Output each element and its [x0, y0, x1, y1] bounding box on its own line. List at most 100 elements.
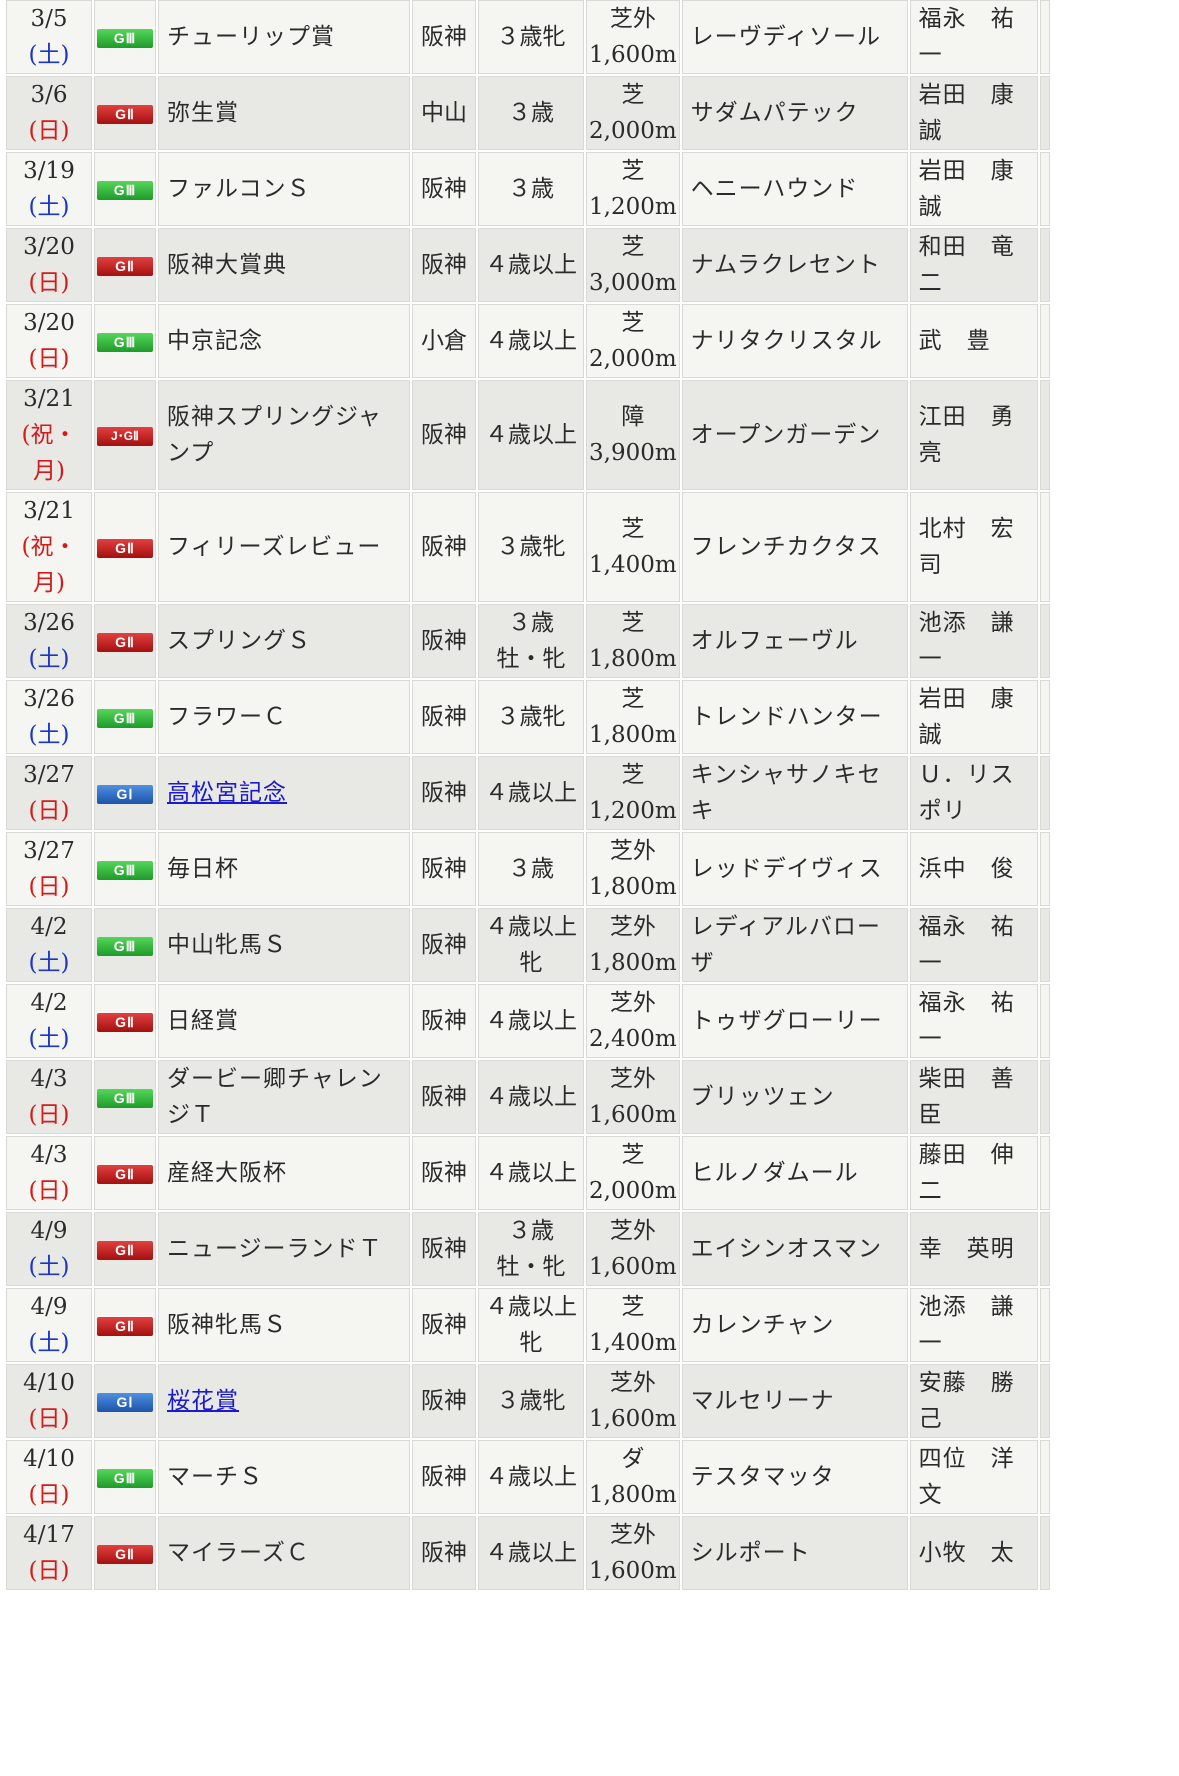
venue-cell: 阪神	[412, 1288, 476, 1362]
venue-cell: 阪神	[412, 1440, 476, 1514]
conditions-cell: ３歳牝	[478, 680, 584, 754]
race-date-cell: 3/20 (日)	[6, 304, 92, 378]
track-surface: 芝外	[609, 990, 656, 1016]
distance: 3,000m	[589, 270, 677, 296]
race-condition: ４歳以上	[485, 780, 577, 806]
venue: 阪神	[421, 1236, 467, 1262]
distance: 1,600m	[589, 1102, 677, 1128]
race-condition: ３歳牝	[496, 534, 566, 560]
grade-cell: GⅢ	[94, 152, 156, 226]
truncated-column-cell	[1039, 680, 1050, 754]
venue: 阪神	[421, 932, 467, 958]
race-date: 3/5	[30, 6, 68, 32]
distance-cell: 芝外 1,800m	[586, 832, 680, 906]
track-surface: 障	[621, 404, 645, 430]
conditions-cell: ４歳以上	[478, 756, 584, 830]
race-date-cell: 3/5 (土)	[6, 0, 92, 74]
race-name-cell: チューリップ賞	[158, 0, 410, 74]
grade-badge-icon: GⅡ	[97, 1544, 153, 1564]
race-date: 4/2	[30, 990, 68, 1016]
race-name-cell: スプリングＳ	[158, 604, 410, 678]
conditions-cell: ３歳牝	[478, 0, 584, 74]
grade-badge-icon: GⅢ	[97, 28, 153, 48]
distance: 1,800m	[589, 646, 677, 672]
distance-cell: 芝外 1,600m	[586, 1212, 680, 1286]
grade-badge-icon: GⅡ	[97, 538, 153, 558]
jockey-cell: Ｕ．リスポリ	[909, 756, 1038, 830]
race-condition: 牡・牝	[496, 1254, 566, 1280]
race-date-cell: 4/2 (土)	[6, 908, 92, 982]
venue: 阪神	[421, 24, 467, 50]
distance: 1,400m	[589, 1330, 677, 1356]
winner-horse-cell: レディアルバローザ	[681, 908, 908, 982]
race-name-link[interactable]: 桜花賞	[167, 1388, 239, 1414]
jockey: 藤田 伸二	[918, 1142, 1015, 1204]
distance-cell: 障 3,900m	[586, 380, 680, 490]
jockey: 岩田 康誠	[918, 82, 1015, 144]
grade-badge-icon: GⅠ	[97, 1392, 153, 1412]
race-condition: ３歳	[508, 176, 554, 202]
winner-horse-cell: トゥザグローリー	[681, 984, 908, 1058]
jockey: 福永 祐一	[918, 990, 1015, 1052]
jockey: 柴田 善臣	[918, 1066, 1015, 1128]
race-condition: ４歳以上	[485, 1008, 577, 1034]
race-date-cell: 3/6 (日)	[6, 76, 92, 150]
race-day-of-week: (日)	[28, 1406, 70, 1432]
jockey-cell: 安藤 勝己	[909, 1364, 1038, 1438]
race-row: 4/2 (土) GⅡ 日経賞 阪神 ４歳以上 芝外 2,400m トゥザグローリー 福永 祐一	[6, 984, 1050, 1058]
race-name-link[interactable]: 高松宮記念	[167, 780, 287, 806]
race-date: 3/26	[23, 686, 75, 712]
track-surface: 芝外	[609, 1066, 656, 1092]
grade-badge-icon: GⅡ	[97, 1240, 153, 1260]
race-day-of-week: (土)	[28, 42, 70, 68]
winner-horse-cell: レッドデイヴィス	[681, 832, 908, 906]
race-day-of-week: (日)	[28, 1482, 70, 1508]
distance: 1,400m	[589, 552, 677, 578]
distance: 1,800m	[589, 722, 677, 748]
venue: 阪神	[421, 780, 467, 806]
race-date-cell: 4/10 (日)	[6, 1440, 92, 1514]
race-name: スプリングＳ	[167, 628, 311, 654]
venue-cell: 阪神	[412, 604, 476, 678]
venue-cell: 阪神	[412, 1060, 476, 1134]
race-row: 4/9 (土) GⅡ ニュージーランドＴ 阪神 ３歳 牡・牝 芝外 1,600m エイシンオスマン…	[6, 1212, 1050, 1286]
race-date-cell: 3/21 (祝・月)	[6, 492, 92, 602]
race-date: 3/26	[23, 610, 75, 636]
track-surface: 芝外	[609, 1218, 656, 1244]
conditions-cell: ３歳牝	[478, 492, 584, 602]
distance-cell: 芝 1,200m	[586, 756, 680, 830]
jockey-cell: 幸 英明	[909, 1212, 1038, 1286]
race-name: ニュージーランドＴ	[167, 1236, 383, 1262]
distance-cell: 芝外 2,400m	[586, 984, 680, 1058]
winner-horse-cell: オルフェーヴル	[681, 604, 908, 678]
venue-cell: 阪神	[412, 832, 476, 906]
venue-cell: 阪神	[412, 152, 476, 226]
distance: 1,600m	[589, 42, 677, 68]
winner-horse-cell: サダムパテック	[681, 76, 908, 150]
jockey-cell: 武 豊	[909, 304, 1038, 378]
grade-badge-icon: GⅢ	[97, 936, 153, 956]
race-date-cell: 4/9 (土)	[6, 1212, 92, 1286]
race-row: 3/27 (日) GⅠ 高松宮記念 阪神 ４歳以上 芝 1,200m キンシャサノキセキ Ｕ．リス…	[6, 756, 1050, 830]
winner-horse-cell: テスタマッタ	[681, 1440, 908, 1514]
winner-horse-cell: カレンチャン	[681, 1288, 908, 1362]
distance-cell: 芝 1,800m	[586, 604, 680, 678]
race-row: 3/26 (土) GⅡ スプリングＳ 阪神 ３歳 牡・牝 芝 1,800m オルフェーヴル 池添 謙…	[6, 604, 1050, 678]
track-surface: 芝外	[609, 1522, 656, 1548]
grade-badge-icon: GⅢ	[97, 1468, 153, 1488]
truncated-column-cell	[1039, 380, 1050, 490]
race-day-of-week: (土)	[28, 950, 70, 976]
conditions-cell: ４歳以上	[478, 984, 584, 1058]
track-surface: 芝	[621, 158, 645, 184]
distance-cell: 芝 1,400m	[586, 492, 680, 602]
jockey: 幸 英明	[918, 1236, 1015, 1262]
track-surface: 芝	[621, 762, 645, 788]
venue-cell: 阪神	[412, 492, 476, 602]
conditions-cell: ４歳以上牝	[478, 908, 584, 982]
jockey-cell: 池添 謙一	[909, 1288, 1038, 1362]
race-date-cell: 3/21 (祝・月)	[6, 380, 92, 490]
winner-horse: レッドデイヴィス	[690, 856, 883, 882]
truncated-column-cell	[1039, 1364, 1050, 1438]
distance: 1,200m	[589, 798, 677, 824]
jockey: Ｕ．リスポリ	[918, 762, 1015, 824]
